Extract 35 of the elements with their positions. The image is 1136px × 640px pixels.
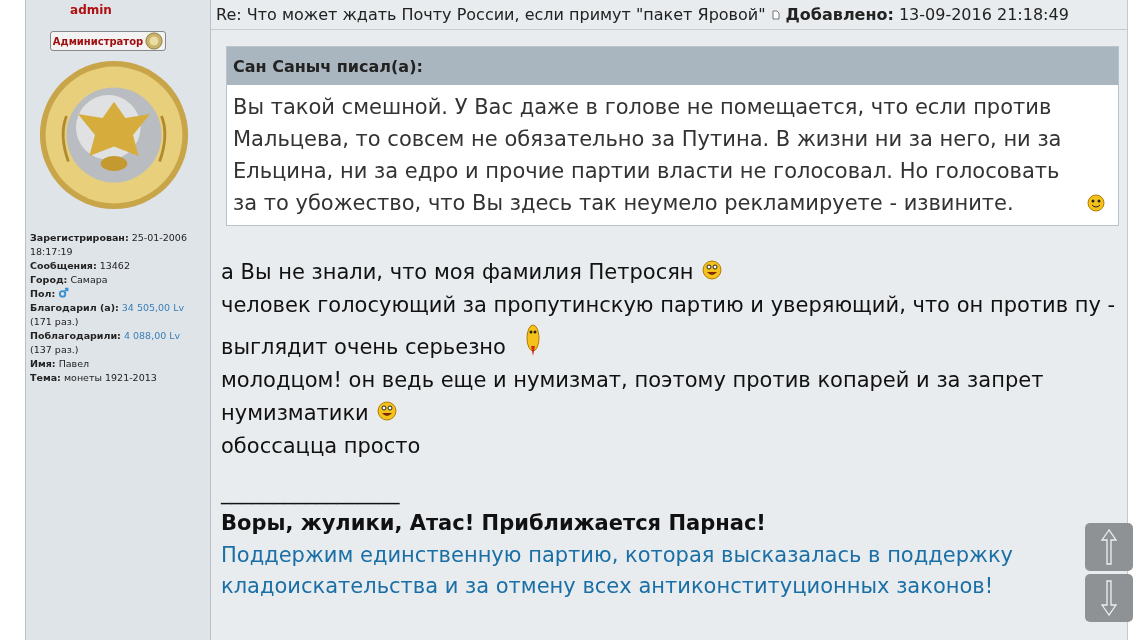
profile-field: Город: Самара	[30, 273, 210, 287]
profile-field: Поблагодарили: 4 088,00 Lv (137 раз.)	[30, 329, 210, 357]
quote-text: Вы такой смешной. У Вас даже в голове не помещается, что если против Мальцева, то совсем не обязательно за Путина. В жизни ни за него, ни за Ельцина, ни за едро и прочие партии власти не голосовал. Но голосовать за то убожество, что Вы здесь так неумело рекламируете - извините.	[233, 94, 1063, 217]
document-icon[interactable]	[771, 9, 780, 20]
post-line: нумизматики	[221, 401, 369, 425]
profile-field: Тема: монеты 1921-2013	[30, 371, 210, 385]
profile-field: Благодарил (а): 34 505,00 Lv (171 раз.)	[30, 301, 210, 329]
down-arrow-icon	[1099, 578, 1119, 618]
post-line: а Вы не знали, что моя фамилия Петросян	[221, 260, 694, 284]
post-line[interactable]: кладоискательства и за отмену всех антиконституционных законов!	[221, 574, 994, 598]
added-label: Добавлено:	[785, 5, 894, 24]
up-arrow-icon	[1099, 527, 1119, 567]
post-title: Re: Что может ждать Почту России, если примут "пакет Яровой"	[216, 5, 766, 24]
profile-field: Зарегистрирован: 25-01-2006 18:17:19	[30, 231, 210, 259]
profile-field: Сообщения: 13462	[30, 259, 210, 273]
rank-badge: Администратор	[49, 31, 167, 51]
smiley-icon	[374, 399, 399, 423]
post-date: 13-09-2016 21:18:49	[898, 5, 1069, 24]
author-name[interactable]: admin	[46, 3, 136, 17]
smiley-icon	[1084, 191, 1108, 215]
male-icon	[58, 287, 70, 298]
profile-field: Пол:	[30, 287, 210, 301]
medal-icon	[145, 32, 164, 50]
post-line: человек голосующий за пропутинскую партию и уверяющий, что он против пу -	[221, 293, 1116, 317]
post-line: выглядит очень серьезно	[221, 335, 506, 359]
post-line: молодцом! он ведь еще и нумизмат, поэтому против копарей и за запрет	[221, 368, 1044, 392]
quote-author: Сан Саныч писал(а):	[227, 47, 1118, 85]
scroll-up-button[interactable]	[1085, 523, 1133, 571]
profile-field: Имя: Павел	[30, 357, 210, 371]
post-line: _________________	[221, 480, 400, 504]
scroll-down-button[interactable]	[1085, 574, 1133, 622]
post-line: обоссацца просто	[221, 434, 421, 458]
post-line[interactable]: Поддержим единственную партию, которая высказалась в поддержку	[221, 543, 1014, 567]
post-line: Воры, жулики, Атас! Приближается Парнас!	[221, 511, 766, 535]
smiley-icon	[699, 258, 724, 282]
